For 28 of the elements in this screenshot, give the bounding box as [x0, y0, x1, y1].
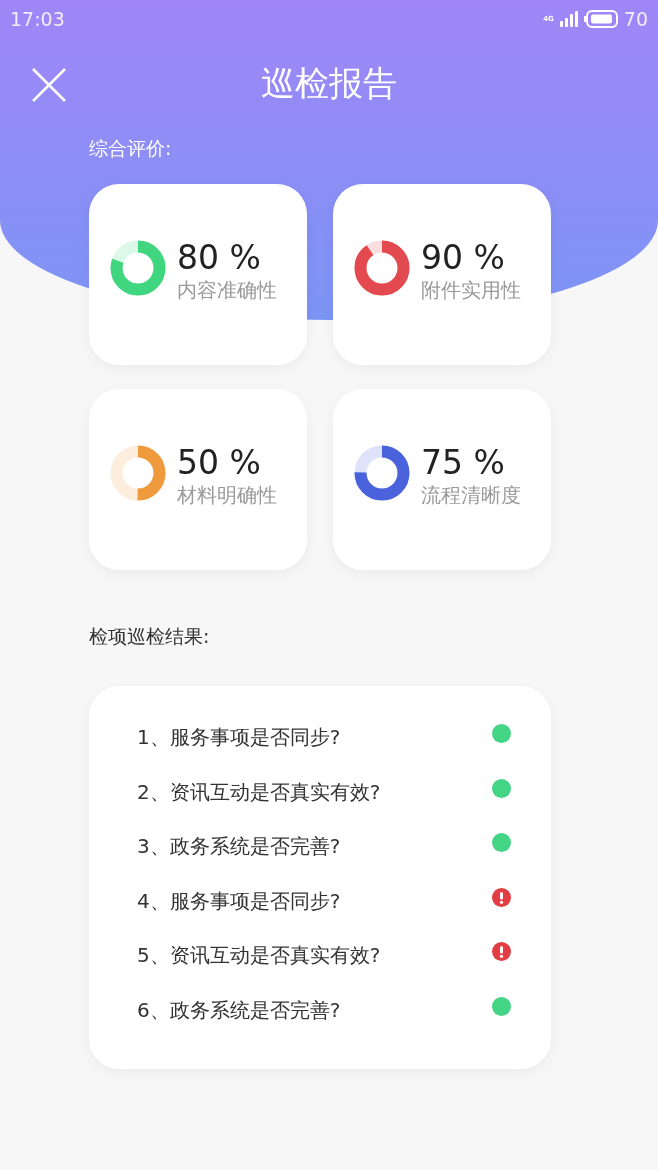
status-time: 17:03	[10, 8, 65, 30]
check-item: 3、政务系统是否完善?	[137, 833, 341, 860]
check-item: 1、服务事项是否同步?	[137, 724, 341, 751]
status-dot	[492, 996, 511, 1016]
page-title: 巡检报告	[261, 62, 397, 105]
metric-name: 材料明确性	[177, 482, 277, 509]
battery-level: 70	[623, 8, 648, 30]
status-dot	[492, 833, 511, 852]
metric-value: 75 %	[421, 444, 506, 482]
metric-value: 80 %	[177, 239, 262, 277]
section-label: 检项巡检结果:	[89, 624, 211, 649]
metric-name: 流程清晰度	[421, 482, 521, 509]
metric-name: 附件实用性	[421, 277, 521, 304]
metric-value: 90 %	[421, 239, 506, 277]
close-button[interactable]	[30, 66, 68, 104]
warning-icon	[492, 942, 511, 961]
metric-value: 50 %	[177, 444, 262, 482]
signal-icon	[559, 11, 578, 27]
check-item: 5、资讯互动是否真实有效?	[137, 942, 381, 969]
battery-icon	[583, 10, 618, 28]
check-item: 2、资讯互动是否真实有效?	[137, 778, 381, 806]
status-dot	[492, 778, 511, 798]
check-item: 6、政务系统是否完善?	[137, 996, 341, 1024]
status-dot	[492, 724, 511, 743]
check-item: 4、服务事项是否同步?	[137, 887, 341, 915]
warning-icon	[492, 887, 511, 907]
section-label: 综合评价:	[89, 136, 173, 161]
metric-name: 内容准确性	[177, 277, 277, 304]
